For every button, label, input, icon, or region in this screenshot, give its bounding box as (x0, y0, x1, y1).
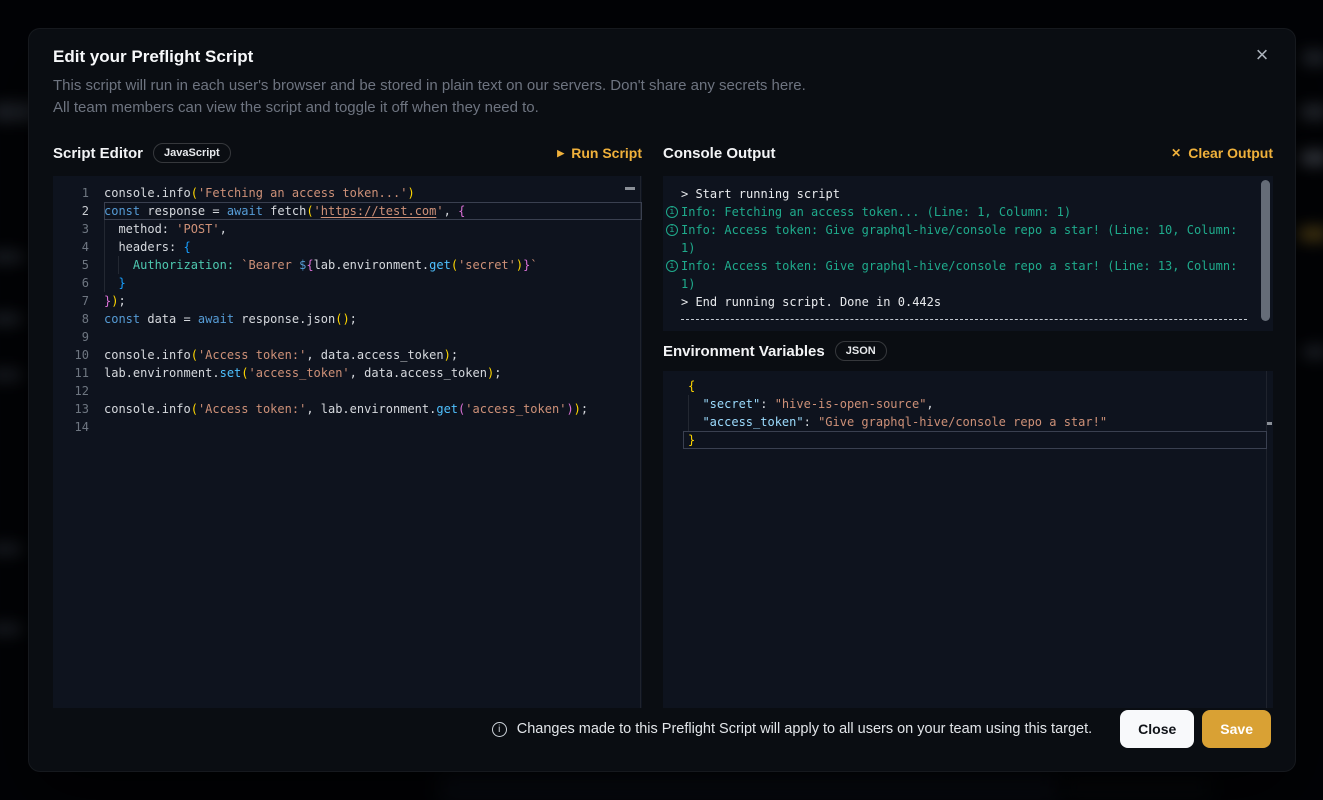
code-line: 14 (53, 418, 642, 436)
console-entry: iInfo: Fetching an access token... (Line… (663, 203, 1249, 221)
run-script-label: Run Script (571, 145, 642, 161)
modal-title: Edit your Preflight Script (53, 47, 253, 67)
clear-output-button[interactable]: ✕ Clear Output (1171, 145, 1273, 161)
console-entry-text: Info: Access token: Give graphql-hive/co… (681, 257, 1249, 293)
console-entry-text: > End running script. Done in 0.442s (681, 293, 1249, 311)
code-line-content[interactable]: headers: { (104, 238, 642, 256)
env-line: "secret": "hive-is-open-source", (663, 395, 1273, 413)
code-line: 1console.info('Fetching an access token.… (53, 184, 642, 202)
line-number: 10 (53, 346, 101, 364)
console-separator (681, 319, 1247, 320)
close-button[interactable]: Close (1120, 710, 1194, 748)
save-button[interactable]: Save (1202, 710, 1271, 748)
code-line-content[interactable] (104, 328, 642, 346)
code-line-content[interactable]: const response = await fetch('https://te… (104, 202, 642, 220)
environment-variables-editor[interactable]: { "secret": "hive-is-open-source", "acce… (663, 371, 1273, 708)
env-line-content[interactable]: "secret": "hive-is-open-source", (683, 395, 1267, 413)
line-number: 13 (53, 400, 101, 418)
line-number: 1 (53, 184, 101, 202)
console-entry-text: > Start running script (681, 185, 1249, 203)
modal-description-line1: This script will run in each user's brow… (53, 75, 806, 97)
line-number: 7 (53, 292, 101, 310)
modal-description-line2: All team members can view the script and… (53, 97, 806, 119)
console-info-icon: i (666, 224, 678, 236)
console-info-icon: i (666, 260, 678, 272)
line-number: 9 (53, 328, 101, 346)
code-line-content[interactable]: lab.environment.set('access_token', data… (104, 364, 642, 382)
code-line-content[interactable]: Authorization: `Bearer ${lab.environment… (104, 256, 642, 274)
code-line: 8const data = await response.json(); (53, 310, 642, 328)
line-number: 12 (53, 382, 101, 400)
line-number: 6 (53, 274, 101, 292)
line-number: 11 (53, 364, 101, 382)
play-icon: ▶ (557, 149, 564, 158)
code-line: 11lab.environment.set('access_token', da… (53, 364, 642, 382)
line-number: 14 (53, 418, 101, 436)
code-line-content[interactable]: }); (104, 292, 642, 310)
console-output-title: Console Output (663, 145, 776, 162)
code-line: 13console.info('Access token:', lab.envi… (53, 400, 642, 418)
env-line-content[interactable]: "access_token": "Give graphql-hive/conso… (683, 413, 1267, 431)
env-line: "access_token": "Give graphql-hive/conso… (663, 413, 1273, 431)
code-line: 12 (53, 382, 642, 400)
code-line-content[interactable]: console.info('Fetching an access token..… (104, 184, 642, 202)
preflight-script-modal: × Edit your Preflight Script This script… (28, 28, 1296, 772)
line-number: 5 (53, 256, 101, 274)
run-script-button[interactable]: ▶ Run Script (557, 145, 642, 161)
console-entry: > Start running script (663, 185, 1249, 203)
console-info-icon: i (666, 206, 678, 218)
close-icon[interactable]: × (1249, 43, 1275, 69)
environment-variables-title: Environment Variables (663, 343, 825, 360)
console-entry: iInfo: Access token: Give graphql-hive/c… (663, 221, 1249, 257)
code-line-content[interactable] (104, 382, 642, 400)
env-line: } (663, 431, 1273, 449)
code-line: 9 (53, 328, 642, 346)
code-line-content[interactable] (104, 418, 642, 436)
env-line-content[interactable]: { (683, 377, 1267, 395)
modal-description: This script will run in each user's brow… (53, 75, 806, 119)
console-entry-text: Info: Access token: Give graphql-hive/co… (681, 221, 1249, 257)
line-number: 8 (53, 310, 101, 328)
line-number: 4 (53, 238, 101, 256)
console-output-panel[interactable]: > Start running scriptiInfo: Fetching an… (663, 176, 1273, 331)
script-code-editor[interactable]: 1console.info('Fetching an access token.… (53, 176, 642, 708)
console-scrollbar-track (1259, 178, 1271, 329)
code-line: 2const response = await fetch('https://t… (53, 202, 642, 220)
code-line-content[interactable]: console.info('Access token:', lab.enviro… (104, 400, 642, 418)
console-entry: > End running script. Done in 0.442s (663, 293, 1249, 311)
code-line: 10console.info('Access token:', data.acc… (53, 346, 642, 364)
env-line-content[interactable]: } (683, 431, 1267, 449)
javascript-badge: JavaScript (153, 143, 231, 163)
console-scrollbar-thumb[interactable] (1261, 180, 1270, 321)
line-number: 3 (53, 220, 101, 238)
clear-output-label: Clear Output (1188, 145, 1273, 161)
console-entry: iInfo: Access token: Give graphql-hive/c… (663, 257, 1249, 293)
code-line: 7}); (53, 292, 642, 310)
page-background: × Edit your Preflight Script This script… (0, 0, 1323, 800)
code-line: 3 method: 'POST', (53, 220, 642, 238)
env-line: { (663, 377, 1273, 395)
code-line-content[interactable]: console.info('Access token:', data.acces… (104, 346, 642, 364)
code-line-content[interactable]: method: 'POST', (104, 220, 642, 238)
code-line-content[interactable]: const data = await response.json(); (104, 310, 642, 328)
line-number: 2 (53, 202, 101, 220)
env-overview-ruler-mark (1267, 422, 1272, 425)
code-line: 4 headers: { (53, 238, 642, 256)
code-line-content[interactable]: } (104, 274, 642, 292)
script-editor-title: Script Editor (53, 145, 143, 162)
code-line: 5 Authorization: `Bearer ${lab.environme… (53, 256, 642, 274)
footer-note-text: Changes made to this Preflight Script wi… (517, 721, 1092, 737)
code-line: 6 } (53, 274, 642, 292)
console-entry-text: Info: Fetching an access token... (Line:… (681, 203, 1249, 221)
info-icon: i (492, 722, 507, 737)
json-badge: JSON (835, 341, 887, 361)
clear-icon: ✕ (1171, 147, 1181, 159)
footer-note: i Changes made to this Preflight Script … (492, 721, 1092, 737)
